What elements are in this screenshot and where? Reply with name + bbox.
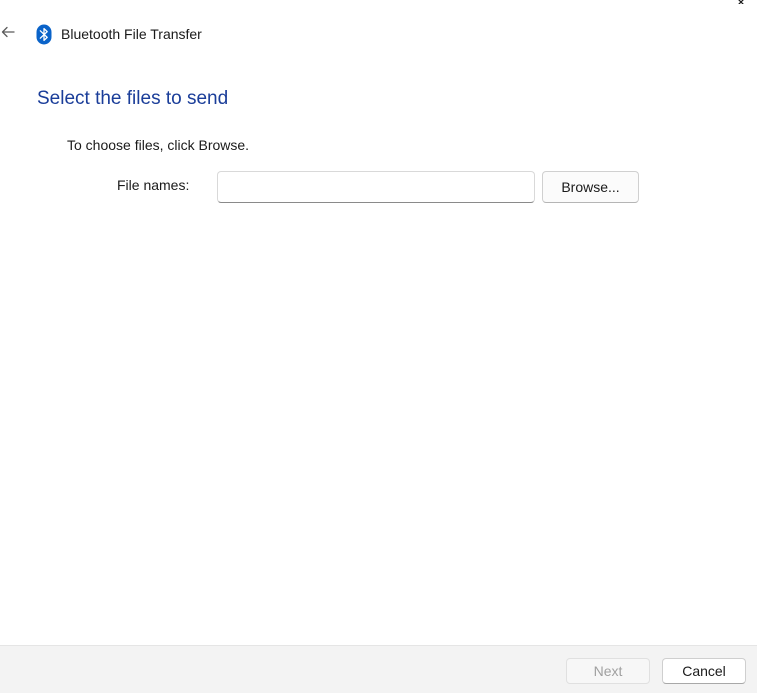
browse-button[interactable]: Browse...: [542, 171, 639, 203]
back-button[interactable]: [0, 25, 16, 43]
next-button[interactable]: Next: [566, 658, 650, 684]
bluetooth-icon: [36, 24, 52, 45]
cancel-button[interactable]: Cancel: [662, 658, 746, 684]
instructions-text: To choose files, click Browse.: [67, 137, 250, 153]
file-names-label: File names:: [117, 177, 190, 193]
close-icon[interactable]: [735, 0, 747, 4]
file-names-input[interactable]: [217, 171, 535, 203]
app-title: Bluetooth File Transfer: [61, 26, 202, 42]
back-arrow-icon: [1, 25, 15, 43]
bluetooth-file-transfer-window: Bluetooth File Transfer Select the files…: [0, 0, 757, 693]
page-heading: Select the files to send: [37, 88, 229, 109]
footer-bar: Next Cancel: [0, 645, 757, 693]
